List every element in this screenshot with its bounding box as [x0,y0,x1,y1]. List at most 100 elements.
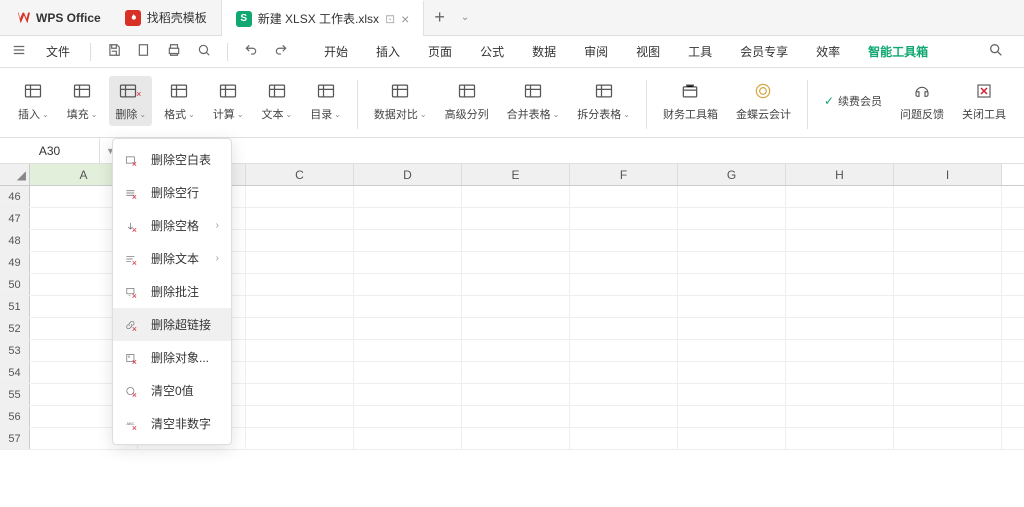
cell[interactable] [894,362,1002,383]
row-header[interactable]: 54 [0,362,30,383]
search-icon[interactable] [976,36,1016,67]
tool-g1-2[interactable]: ×删除 ⌄ [109,76,152,126]
cell[interactable] [570,362,678,383]
cell[interactable] [462,252,570,273]
cell[interactable] [894,186,1002,207]
row-header[interactable]: 51 [0,296,30,317]
row-header[interactable]: 53 [0,340,30,361]
cell[interactable] [678,362,786,383]
cell[interactable] [354,362,462,383]
ribbon-tab-10[interactable]: 智能工具箱 [856,37,940,66]
cell[interactable] [678,252,786,273]
tool-g1-1[interactable]: 填充 ⌄ [61,76,104,126]
cell[interactable] [246,208,354,229]
row-header[interactable]: 52 [0,318,30,339]
tool-g4-0[interactable]: ✓续费会员 [818,76,888,126]
cell[interactable] [894,252,1002,273]
col-header[interactable]: F [570,164,678,185]
cell[interactable] [462,318,570,339]
cell[interactable] [894,208,1002,229]
dropdown-item-6[interactable]: ×删除对象... [113,341,231,374]
cell[interactable] [462,362,570,383]
cell[interactable] [246,230,354,251]
select-all-corner[interactable]: ◢ [0,164,30,185]
cell[interactable] [570,274,678,295]
dropdown-item-4[interactable]: ×删除批注 [113,275,231,308]
ribbon-tab-6[interactable]: 视图 [624,37,672,66]
cell[interactable] [678,406,786,427]
ribbon-tab-0[interactable]: 开始 [312,37,360,66]
col-header[interactable]: H [786,164,894,185]
cell[interactable] [786,208,894,229]
cell[interactable] [570,186,678,207]
cell[interactable] [462,230,570,251]
cell[interactable] [246,340,354,361]
ribbon-tab-9[interactable]: 效率 [804,37,852,66]
ribbon-tab-8[interactable]: 会员专享 [728,37,800,66]
ribbon-tab-4[interactable]: 数据 [520,37,568,66]
row-header[interactable]: 56 [0,406,30,427]
ribbon-tab-7[interactable]: 工具 [676,37,724,66]
cell[interactable] [570,428,678,449]
cell[interactable] [786,252,894,273]
cell[interactable] [894,428,1002,449]
tool-g2-2[interactable]: 合并表格 ⌄ [501,76,566,126]
cell[interactable] [786,384,894,405]
cell[interactable] [462,296,570,317]
cell[interactable] [786,428,894,449]
tool-g1-3[interactable]: 格式 ⌄ [158,76,201,126]
dropdown-item-0[interactable]: ×删除空白表 [113,143,231,176]
cell[interactable] [246,318,354,339]
dropdown-item-1[interactable]: ×删除空行 [113,176,231,209]
row-header[interactable]: 49 [0,252,30,273]
ribbon-tab-2[interactable]: 页面 [416,37,464,66]
redo-icon[interactable] [270,39,292,64]
cell[interactable] [570,318,678,339]
dropdown-item-8[interactable]: ABC×清空非数字 [113,407,231,440]
cell[interactable] [354,230,462,251]
tool-g1-4[interactable]: 计算 ⌄ [207,76,250,126]
cell[interactable] [678,230,786,251]
row-header[interactable]: 46 [0,186,30,207]
file-menu[interactable]: 文件 [38,43,78,60]
tool-g1-5[interactable]: 文本 ⌄ [256,76,299,126]
cell[interactable] [786,318,894,339]
dropdown-item-2[interactable]: ×删除空格› [113,209,231,242]
cell[interactable] [894,406,1002,427]
cell[interactable] [786,296,894,317]
hamburger-icon[interactable] [8,39,30,64]
cell[interactable] [570,296,678,317]
col-header[interactable]: I [894,164,1002,185]
cell[interactable] [246,428,354,449]
cell[interactable] [246,274,354,295]
name-box[interactable]: A30 [0,138,100,163]
cell[interactable] [354,274,462,295]
cell[interactable] [354,384,462,405]
cell[interactable] [678,274,786,295]
tool-g1-0[interactable]: 插入 ⌄ [12,76,55,126]
cell[interactable] [786,186,894,207]
col-header[interactable]: D [354,164,462,185]
ribbon-tab-5[interactable]: 审阅 [572,37,620,66]
print-icon[interactable] [163,39,185,64]
cell[interactable] [678,186,786,207]
tool-g3-0[interactable]: 财务工具箱 [657,76,724,126]
col-header[interactable]: G [678,164,786,185]
cell[interactable] [678,208,786,229]
dropdown-item-3[interactable]: ×删除文本› [113,242,231,275]
tool-g1-6[interactable]: 目录 ⌄ [304,76,347,126]
cell[interactable] [678,296,786,317]
cell[interactable] [570,384,678,405]
cell[interactable] [570,230,678,251]
cell[interactable] [786,230,894,251]
tool-g4-1[interactable]: 问题反馈 [894,76,950,126]
cell[interactable] [246,384,354,405]
cell[interactable] [894,318,1002,339]
row-header[interactable]: 48 [0,230,30,251]
add-tab-button[interactable]: + [424,7,455,28]
row-header[interactable]: 50 [0,274,30,295]
cell[interactable] [354,428,462,449]
cell[interactable] [894,230,1002,251]
cell[interactable] [354,208,462,229]
tool-g3-1[interactable]: 金蝶云会计 [730,76,797,126]
